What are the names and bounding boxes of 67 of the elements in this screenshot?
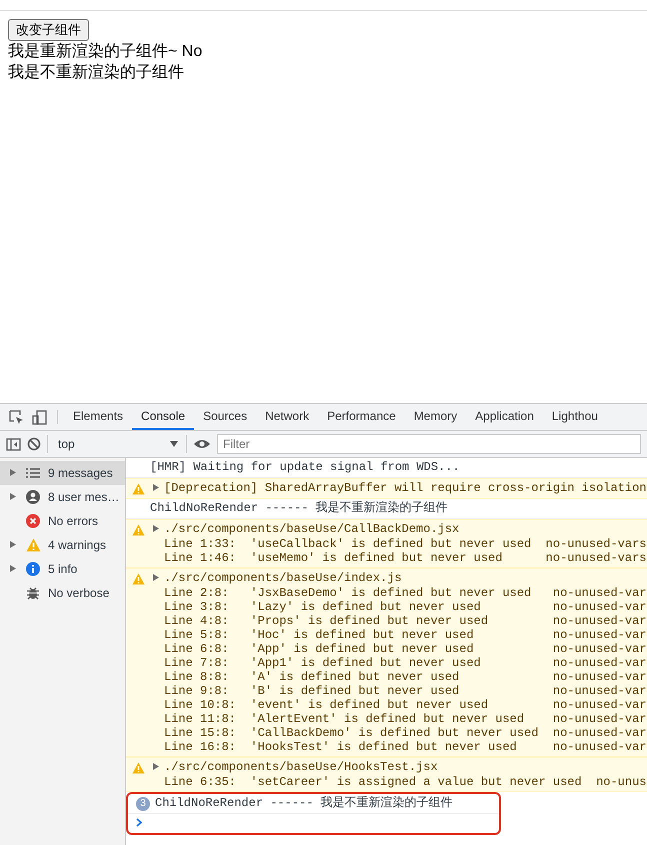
warning-detail-line: Line 6:8: 'App' is defined but never used no-unused-var [163, 642, 647, 656]
dropdown-caret-icon [170, 441, 178, 447]
expand-arrow-icon[interactable] [153, 763, 159, 770]
info-icon [26, 562, 40, 576]
expand-arrow-icon[interactable] [10, 469, 16, 476]
bug-icon [26, 586, 40, 600]
sidebar-toggle-icon[interactable] [6, 438, 21, 450]
warning-icon [132, 482, 145, 494]
devtools-tab[interactable]: Sources [194, 404, 256, 430]
warning-detail-line: Line 7:8: 'App1' is defined but never used no-unused-var [163, 656, 647, 670]
warning-detail-line: Line 9:8: 'B' is defined but never used no-unused-var [163, 684, 647, 698]
sidebar-item[interactable]: No errors [0, 509, 125, 533]
warning-message: ./src/components/baseUse/HooksTest.jsx [164, 760, 438, 775]
warning-message: ./src/components/baseUse/index.js [164, 571, 402, 586]
console-message: [HMR] Waiting for update signal from WDS... [150, 460, 460, 474]
warning-detail-line: Line 10:8: 'event' is defined but never used no-unused-var [163, 698, 647, 712]
warning-detail-line: Line 6:35: 'setCareer' is assigned a value but never used no-unus [163, 775, 647, 789]
inspect-icon[interactable] [9, 410, 24, 424]
warning-detail-line: Line 11:8: 'AlertEvent' is defined but never used no-unused-var [163, 712, 647, 726]
warning-detail-line: Line 16:8: 'HooksTest' is defined but never used no-unused-var [163, 740, 647, 754]
list-icon [26, 468, 40, 478]
sidebar-item[interactable]: 5 info [0, 557, 125, 581]
warning-detail-line: Line 15:8: 'CallBackDemo' is defined but never used no-unused-var [163, 726, 647, 740]
warning-icon [132, 762, 145, 774]
expand-arrow-icon[interactable] [153, 525, 159, 532]
change-child-button[interactable]: 改变子组件 [8, 19, 89, 41]
expand-arrow-icon[interactable] [10, 493, 16, 500]
prompt-chevron-icon[interactable] [136, 818, 142, 828]
devtools-tab[interactable]: Network [256, 404, 318, 430]
warning-detail-line: Line 2:8: 'JsxBaseDemo' is defined but never used no-unused-var [163, 586, 647, 600]
page-text: 我是不重新渲染的子组件 [8, 62, 185, 83]
device-toolbar-icon[interactable] [32, 410, 47, 424]
console-message: ChildNoReRender ------ 我是不重新渲染的子组件 [155, 796, 453, 810]
clear-console-icon[interactable] [27, 437, 41, 451]
page-text: 我是重新渲染的子组件~ No [8, 42, 204, 62]
sidebar-item[interactable]: 4 warnings [0, 533, 125, 557]
devtools-tab[interactable]: Elements [64, 404, 132, 430]
user-icon [26, 490, 40, 504]
warning-detail-line: Line 3:8: 'Lazy' is defined but never used no-unused-var [163, 600, 647, 614]
eye-icon[interactable] [193, 438, 211, 450]
warning-message: ./src/components/baseUse/CallBackDemo.jsx [164, 522, 460, 537]
sidebar-item[interactable]: No verbose [0, 581, 125, 605]
devtools-tab[interactable]: Lighthou [542, 404, 607, 430]
warning-detail-line: Line 1:33: 'useCallback' is defined but never used no-unused-vars [163, 537, 647, 551]
warning-detail-line: Line 8:8: 'A' is defined but never used no-unused-var [163, 670, 647, 684]
devtools-tab[interactable]: Performance [318, 404, 405, 430]
context-dropdown[interactable]: top [47, 435, 187, 453]
expand-arrow-icon[interactable] [153, 484, 159, 492]
console-message: ChildNoReRender ------ 我是不重新渲染的子组件 [150, 501, 448, 515]
expand-arrow-icon[interactable] [10, 541, 16, 548]
devtools-tab[interactable]: Memory [404, 404, 466, 430]
sidebar-item[interactable]: 9 messages [0, 461, 125, 485]
devtools-tab[interactable]: Application [466, 404, 543, 430]
warning-detail-line: Line 1:46: 'useMemo' is defined but never used no-unused-vars [163, 551, 647, 565]
context-label: top [58, 436, 75, 453]
error-icon [26, 514, 40, 528]
warning-icon [132, 524, 145, 536]
warning-detail-line: Line 5:8: 'Hoc' is defined but never used no-unused-var [163, 628, 647, 642]
filter-field[interactable]: Filter [217, 434, 641, 454]
warning-detail-line: Line 4:8: 'Props' is defined but never used no-unused-var [163, 614, 647, 628]
repeat-count-badge: 3 [136, 796, 150, 810]
warning-icon [132, 572, 145, 584]
sidebar-item[interactable]: 8 user mes… [0, 485, 125, 509]
expand-arrow-icon[interactable] [10, 565, 16, 572]
expand-arrow-icon[interactable] [153, 574, 159, 582]
warning-message: [Deprecation] SharedArrayBuffer will require cross-origin isolation [164, 481, 646, 496]
warning-icon [26, 538, 40, 552]
